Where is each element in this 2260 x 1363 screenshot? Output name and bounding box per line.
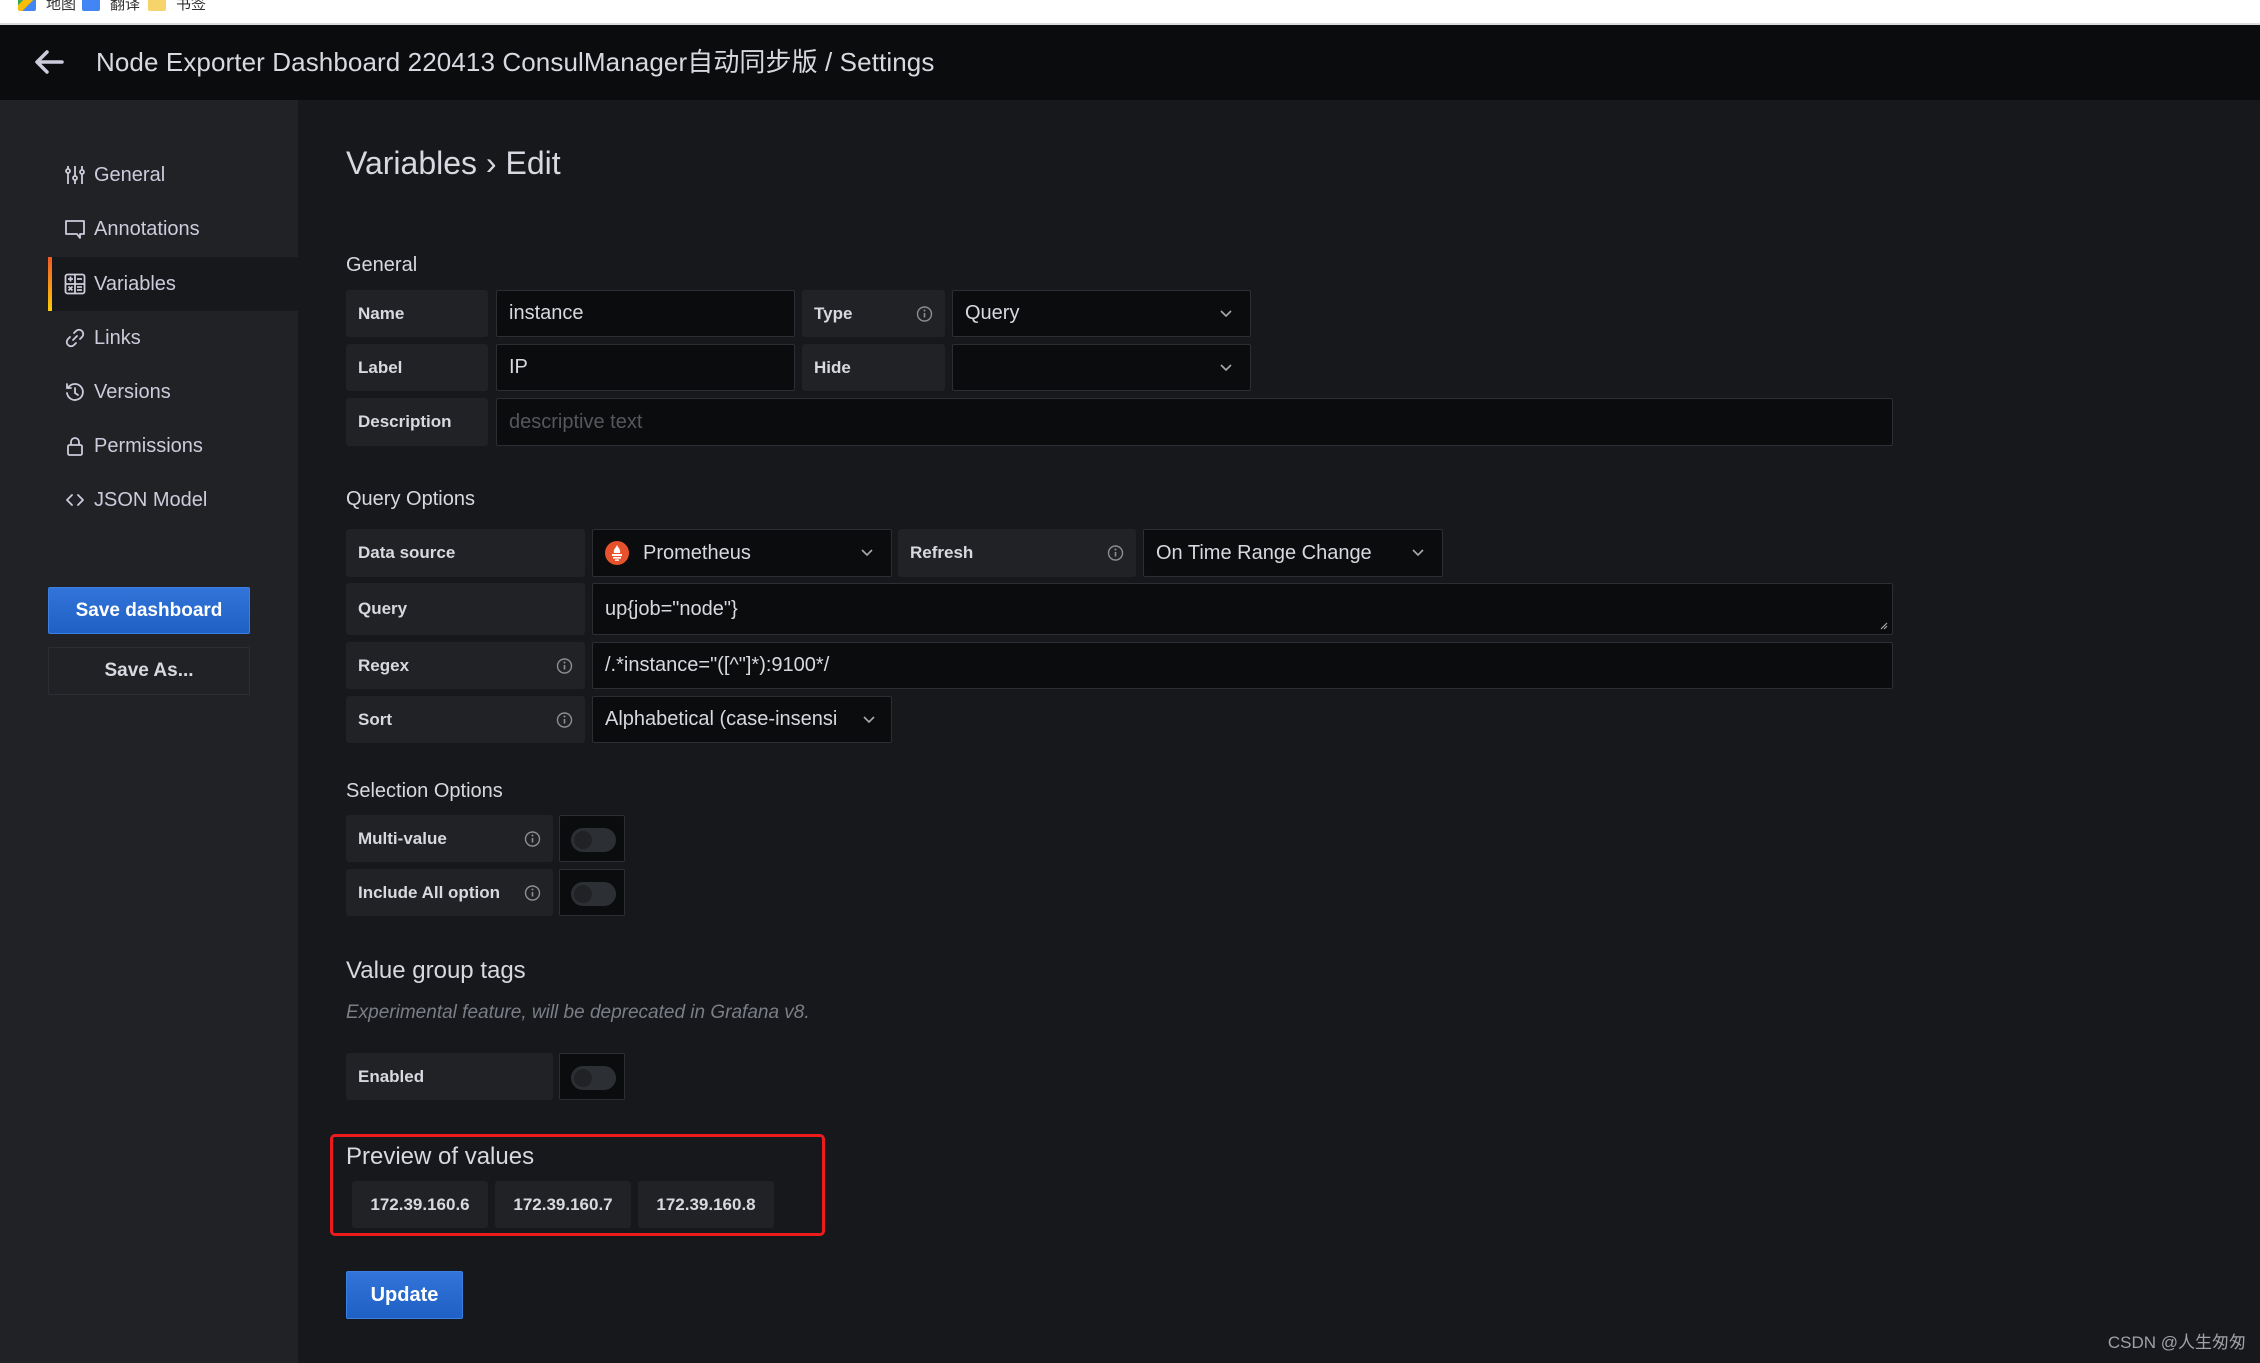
chevron-down-icon (1220, 363, 1232, 371)
info-icon[interactable] (916, 305, 933, 322)
toggle-switch (571, 1066, 616, 1090)
info-icon[interactable] (556, 657, 573, 674)
toggle-switch (571, 828, 616, 852)
info-icon[interactable] (556, 711, 573, 728)
chevron-down-icon (863, 715, 875, 723)
regex-input[interactable]: /.*instance="([^"]*):9100*/ (592, 642, 1893, 689)
lock-icon (64, 435, 86, 457)
save-dashboard-button[interactable]: Save dashboard (48, 587, 250, 634)
prometheus-icon (605, 541, 629, 565)
page-title: Variables › Edit (346, 145, 561, 181)
query-textarea[interactable]: up{job="node"} (592, 583, 1893, 635)
type-label: Type (802, 290, 945, 337)
sidebar-item-variables[interactable]: Variables (48, 257, 298, 311)
top-header: Node Exporter Dashboard 220413 ConsulMan… (0, 25, 2260, 100)
query-label: Query (346, 583, 585, 635)
preview-value-chip: 172.39.160.8 (638, 1181, 774, 1228)
sort-select[interactable]: Alphabetical (case-insensi (592, 696, 892, 743)
experimental-note: Experimental feature, will be deprecated… (346, 1002, 810, 1023)
preview-value-chip: 172.39.160.7 (495, 1181, 631, 1228)
folder-icon (148, 0, 166, 11)
info-icon[interactable] (524, 830, 541, 847)
watermark: CSDN @人生匆匆 (2107, 1333, 2246, 1352)
bookmark-translate[interactable]: 翻译 (82, 0, 140, 14)
history-icon (64, 381, 86, 403)
browser-bookmarks-bar: 地图 翻译 书签 (0, 0, 2260, 25)
datasource-select[interactable]: Prometheus (592, 529, 892, 577)
label-input[interactable]: IP (496, 344, 795, 391)
hide-label: Hide (802, 344, 945, 391)
include-all-label: Include All option (346, 869, 553, 916)
toggle-switch (571, 882, 616, 906)
include-all-toggle[interactable] (559, 869, 625, 916)
maps-icon (18, 0, 36, 11)
sidebar-item-json-model[interactable]: JSON Model (48, 473, 298, 527)
sidebar-item-versions[interactable]: Versions (48, 365, 298, 419)
sidebar-item-annotations[interactable]: Annotations (48, 202, 298, 256)
sidebar-item-permissions[interactable]: Permissions (48, 419, 298, 473)
arrow-left-icon (35, 50, 64, 74)
resize-handle-icon[interactable] (1878, 620, 1888, 630)
back-button[interactable] (32, 47, 66, 77)
name-label: Name (346, 290, 488, 337)
info-icon[interactable] (524, 884, 541, 901)
chevron-down-icon (1412, 549, 1424, 557)
regex-label: Regex (346, 642, 585, 689)
sidebar-item-links[interactable]: Links (48, 311, 298, 365)
enabled-label: Enabled (346, 1053, 553, 1100)
description-label: Description (346, 398, 488, 446)
link-icon (64, 327, 86, 349)
sort-label: Sort (346, 696, 585, 743)
update-button[interactable]: Update (346, 1271, 463, 1319)
refresh-label: Refresh (898, 529, 1136, 577)
multi-value-label: Multi-value (346, 815, 553, 862)
value-group-tags-heading: Value group tags (346, 957, 526, 984)
chevron-down-icon (1220, 309, 1232, 317)
settings-sidebar: General Annotations Variables Links Vers… (0, 100, 298, 1363)
enabled-toggle[interactable] (559, 1053, 625, 1100)
selection-options-heading: Selection Options (346, 780, 503, 802)
chevron-down-icon (861, 549, 873, 557)
preview-value-chip: 172.39.160.6 (352, 1181, 488, 1228)
multi-value-toggle[interactable] (559, 815, 625, 862)
query-options-heading: Query Options (346, 488, 475, 510)
code-icon (64, 489, 86, 511)
dashboard-title: Node Exporter Dashboard 220413 ConsulMan… (96, 47, 935, 77)
datasource-label: Data source (346, 529, 585, 577)
name-input[interactable]: instance (496, 290, 795, 337)
translate-icon (82, 0, 100, 11)
preview-heading: Preview of values (346, 1143, 535, 1170)
description-input[interactable]: descriptive text (496, 398, 1893, 446)
sliders-icon (64, 164, 86, 186)
save-as-button[interactable]: Save As... (48, 647, 250, 695)
sidebar-item-general[interactable]: General (48, 148, 298, 202)
bookmark-maps[interactable]: 地图 (18, 0, 76, 14)
comment-icon (64, 218, 86, 240)
label-label: Label (346, 344, 488, 391)
bookmark-folder[interactable]: 书签 (148, 0, 206, 14)
general-heading: General (346, 254, 418, 276)
calculator-icon (64, 273, 86, 295)
info-icon[interactable] (1107, 545, 1124, 562)
type-select[interactable]: Query (952, 290, 1251, 337)
refresh-select[interactable]: On Time Range Change (1143, 529, 1443, 577)
variable-editor: Variables › Edit General Name instance T… (298, 100, 2260, 1363)
hide-select[interactable] (952, 344, 1251, 391)
